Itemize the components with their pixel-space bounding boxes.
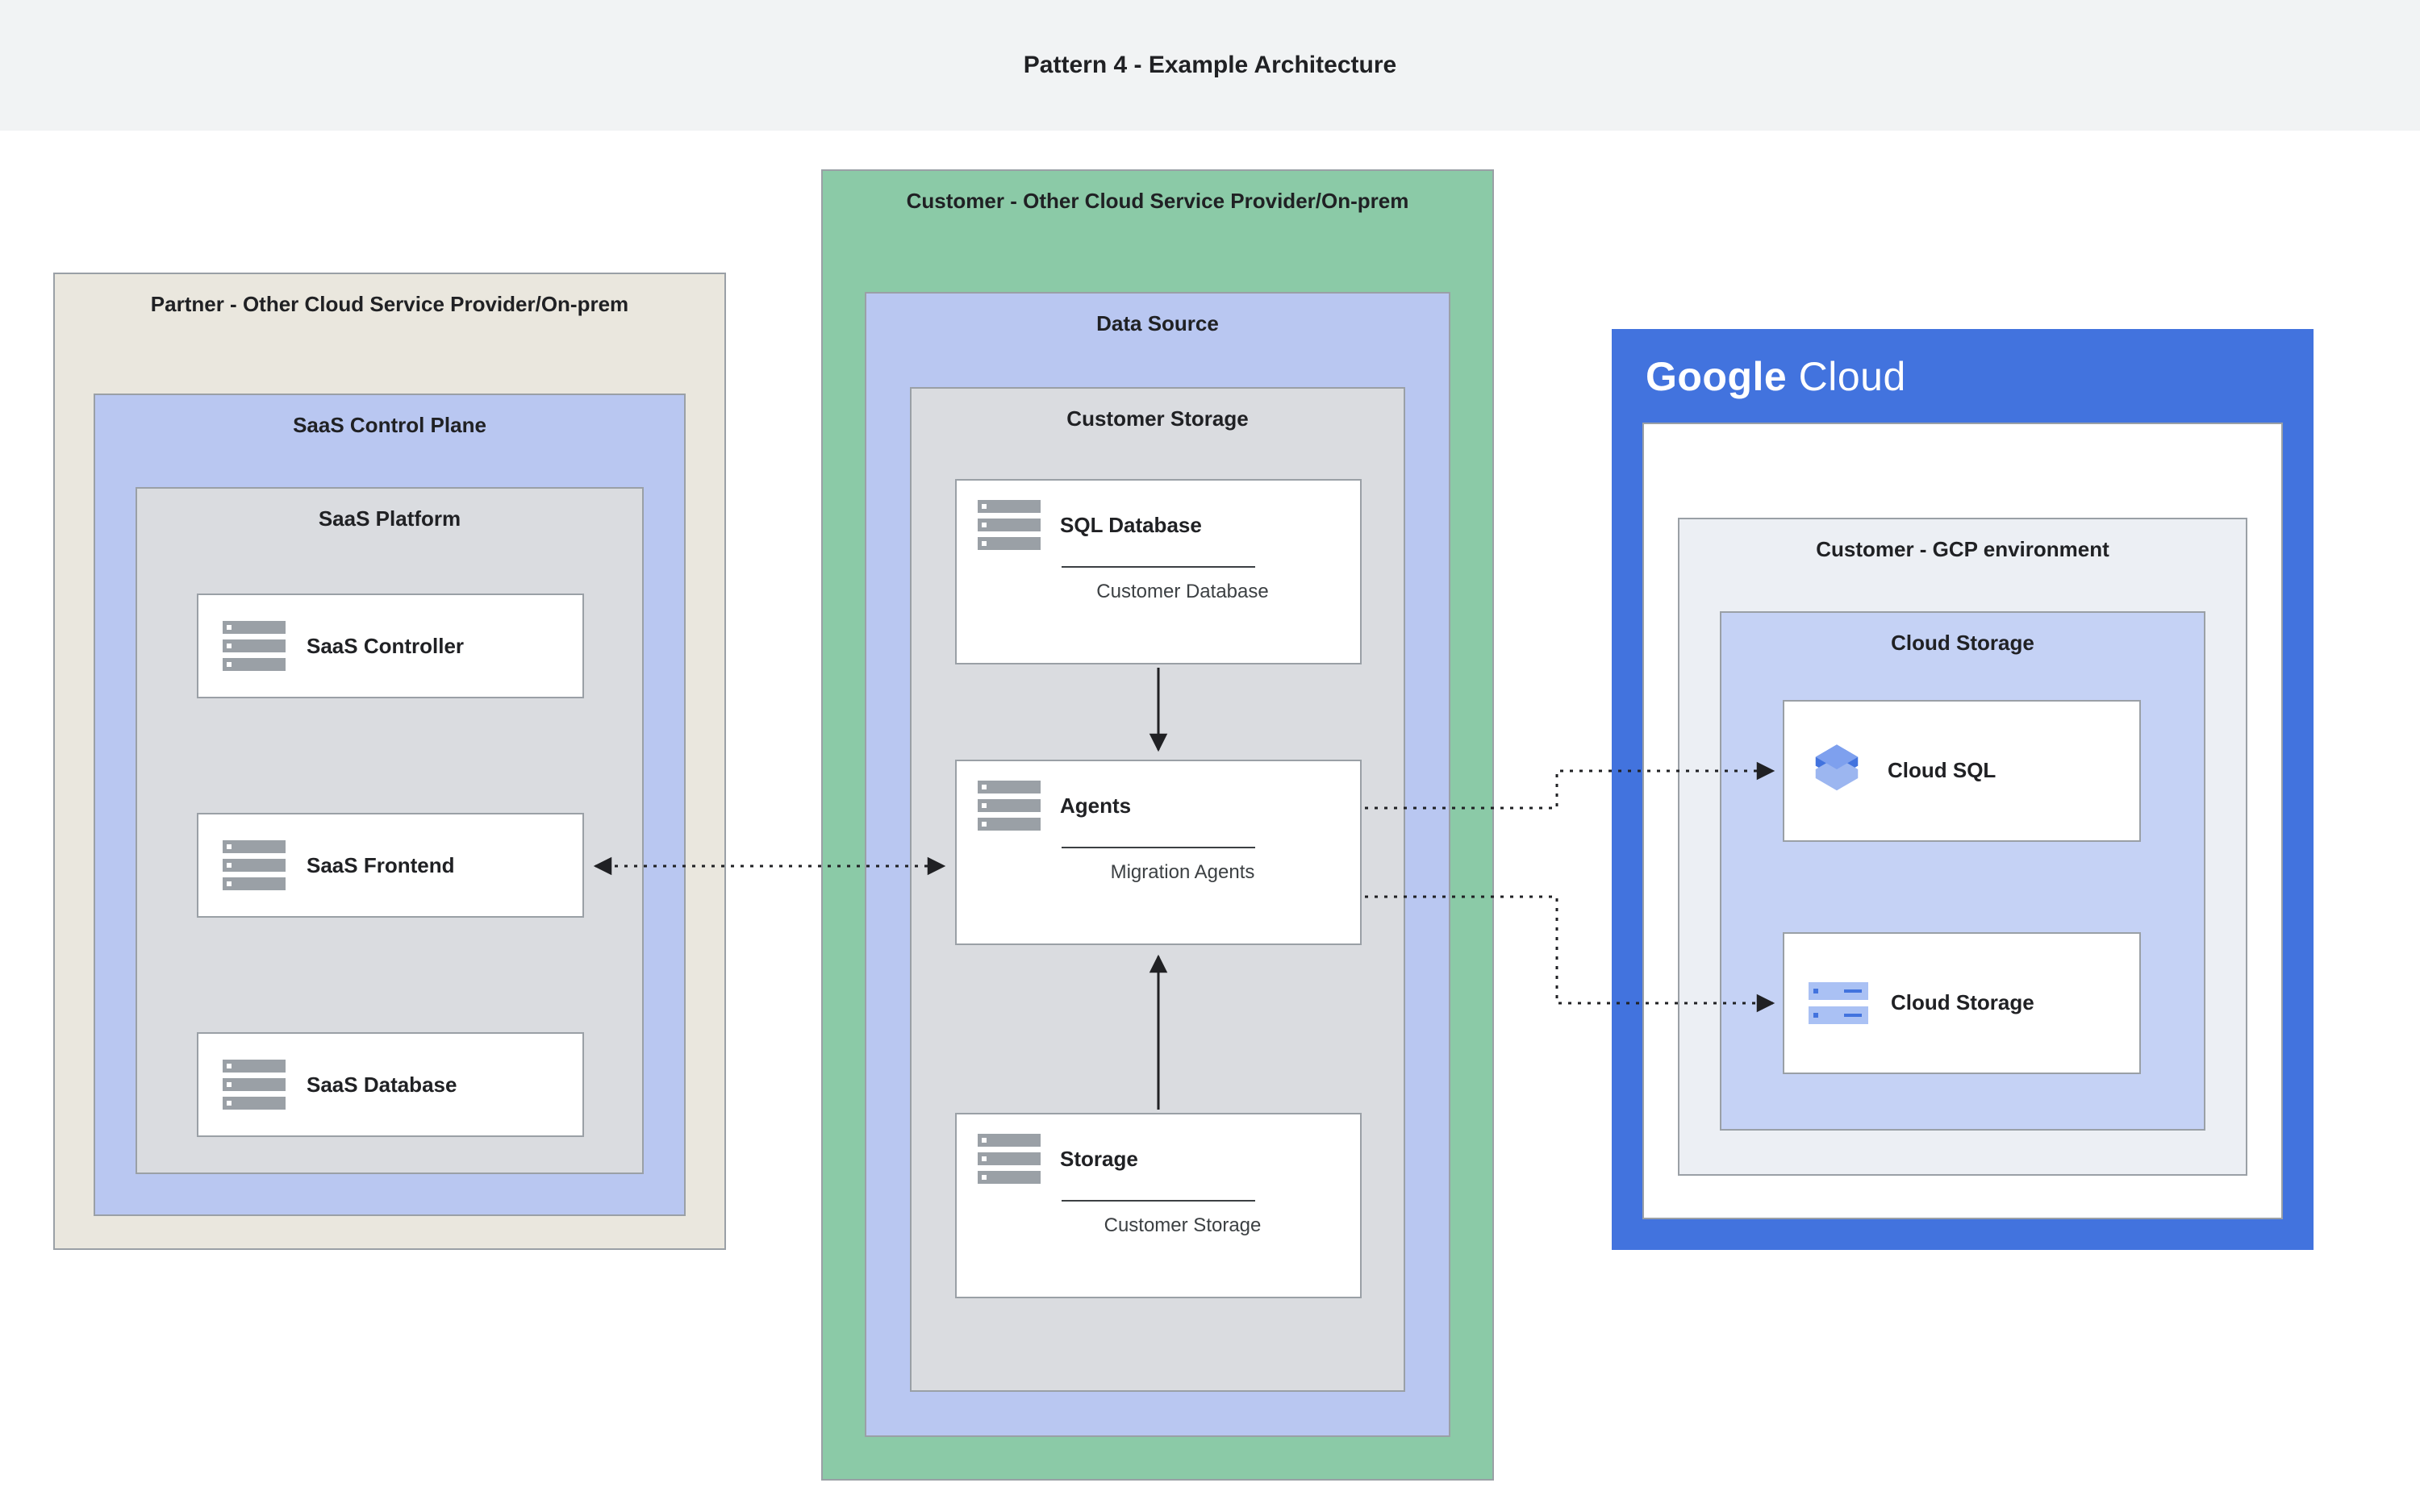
- saas-database-label: SaaS Database: [307, 1073, 457, 1098]
- storage-box: Storage Customer Storage: [955, 1113, 1362, 1298]
- sql-database-label: SQL Database: [1060, 513, 1202, 538]
- saas-controller-box: SaaS Controller: [197, 594, 584, 698]
- server-rack-icon: [978, 500, 1041, 550]
- saas-frontend-label: SaaS Frontend: [307, 853, 454, 878]
- partner-inner-title: SaaS Platform: [137, 489, 642, 541]
- server-rack-icon: [223, 840, 286, 890]
- sql-database-sublabel: Customer Database: [1005, 568, 1360, 621]
- cloud-sql-icon: [1809, 741, 1865, 802]
- customer-outer-title: Customer - Other Cloud Service Provider/…: [823, 171, 1492, 223]
- cloud-storage-box: Cloud Storage: [1783, 932, 2141, 1074]
- gcp-inner-title: Cloud Storage: [1721, 613, 2204, 665]
- sql-database-box: SQL Database Customer Database: [955, 479, 1362, 664]
- agents-label: Agents: [1060, 793, 1131, 818]
- cloud-storage-icon: [1809, 982, 1868, 1024]
- storage-sublabel: Customer Storage: [1005, 1202, 1360, 1255]
- customer-mid-title: Data Source: [866, 294, 1449, 346]
- cloud-word: Cloud: [1799, 354, 1906, 399]
- cloud-storage-label: Cloud Storage: [1891, 989, 2034, 1017]
- customer-inner-title: Customer Storage: [912, 389, 1404, 441]
- google-word: Google: [1646, 354, 1787, 399]
- server-rack-icon: [978, 1134, 1041, 1184]
- saas-database-box: SaaS Database: [197, 1032, 584, 1137]
- agents-sublabel: Migration Agents: [1005, 848, 1360, 902]
- cloud-sql-label: Cloud SQL: [1888, 757, 1996, 785]
- server-rack-icon: [223, 1060, 286, 1110]
- saas-controller-label: SaaS Controller: [307, 634, 464, 659]
- server-rack-icon: [223, 621, 286, 671]
- partner-outer-title: Partner - Other Cloud Service Provider/O…: [55, 274, 724, 327]
- saas-frontend-box: SaaS Frontend: [197, 813, 584, 918]
- diagram-canvas: Partner - Other Cloud Service Provider/O…: [0, 131, 2420, 1512]
- google-cloud-logo: Google Cloud: [1613, 331, 2312, 408]
- agents-box: Agents Migration Agents: [955, 760, 1362, 945]
- partner-mid-title: SaaS Control Plane: [95, 395, 684, 448]
- storage-label: Storage: [1060, 1147, 1138, 1172]
- gcp-environment-title: Customer - GCP environment: [1679, 519, 2246, 572]
- server-rack-icon: [978, 781, 1041, 831]
- diagram-title-strip: Pattern 4 - Example Architecture: [0, 0, 2420, 131]
- diagram-title: Pattern 4 - Example Architecture: [1024, 52, 1396, 79]
- cloud-sql-box: Cloud SQL: [1783, 700, 2141, 842]
